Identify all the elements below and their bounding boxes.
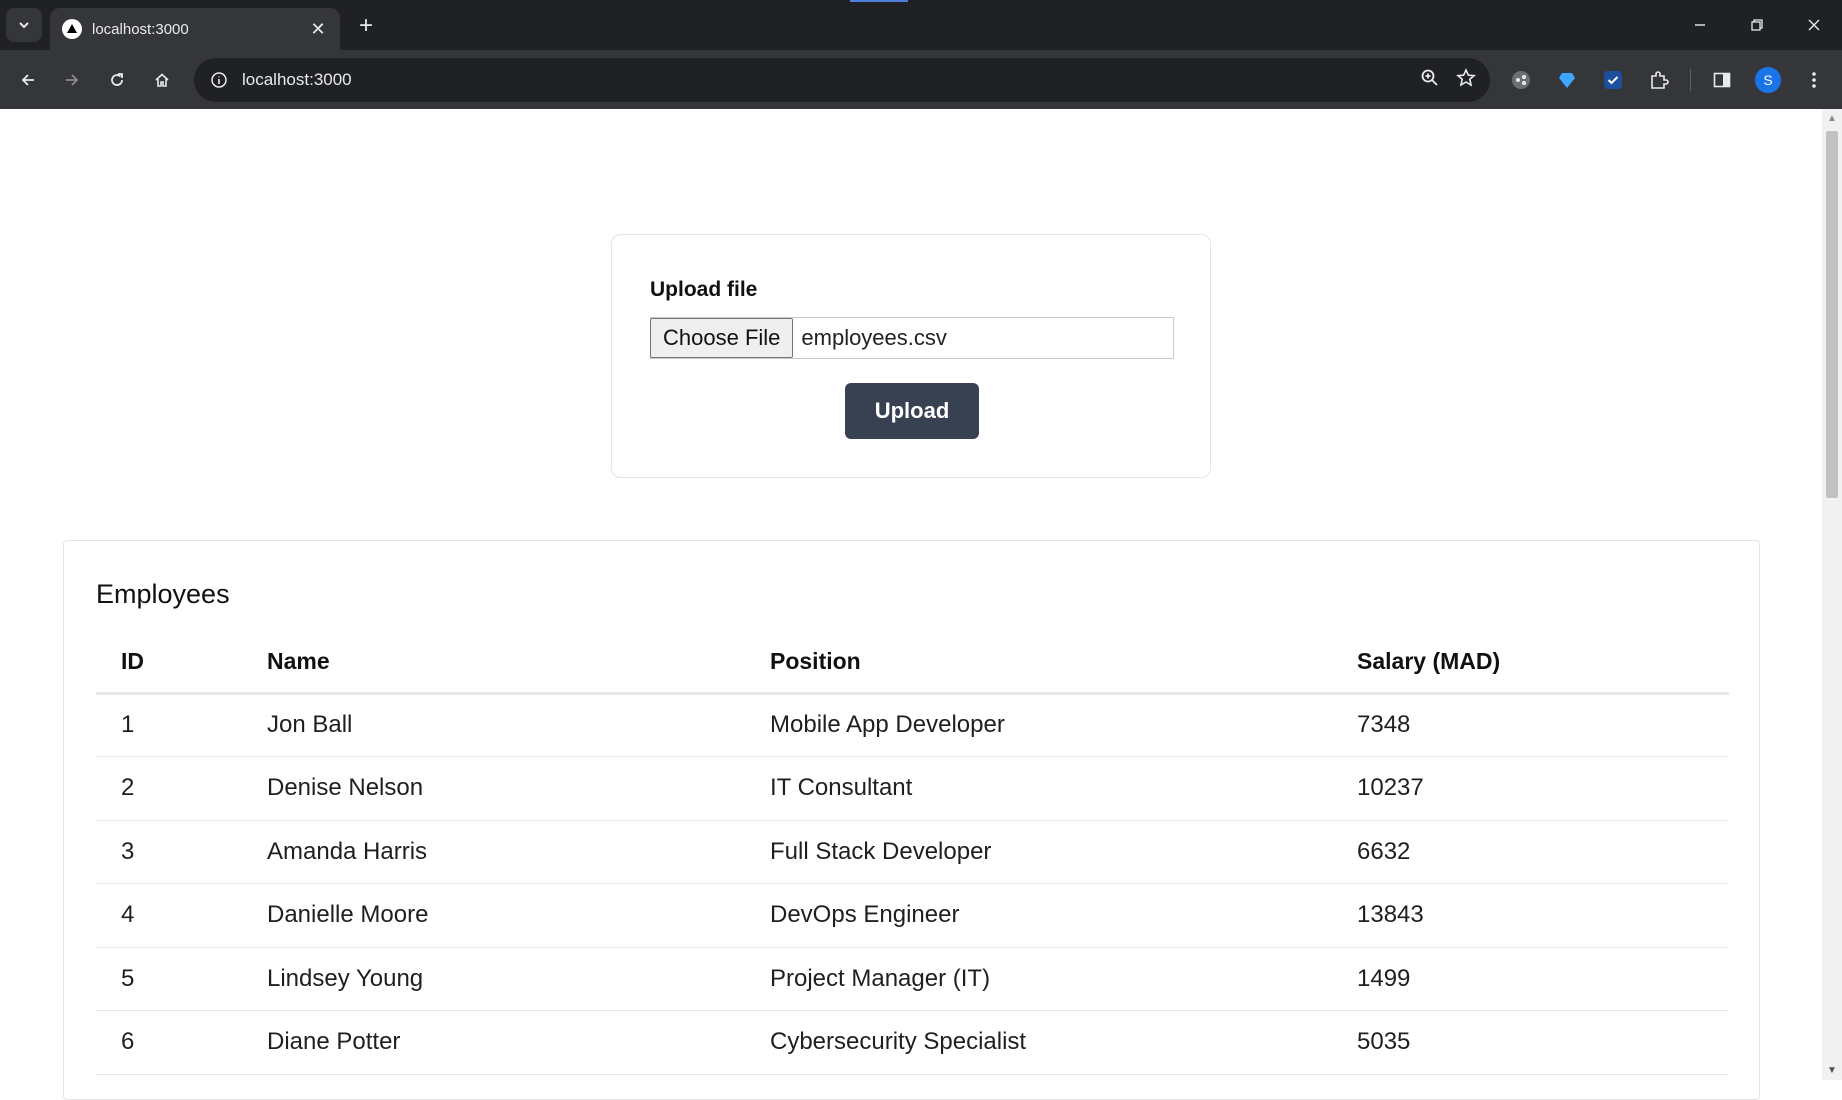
cell-salary: 10237 bbox=[1357, 756, 1729, 821]
cell-salary: 13843 bbox=[1357, 883, 1729, 948]
profile-avatar[interactable]: S bbox=[1748, 60, 1788, 100]
browser-toolbar: localhost:3000 S bbox=[0, 50, 1842, 109]
scroll-down-arrow-icon[interactable]: ▼ bbox=[1827, 1065, 1837, 1076]
cell-name: Lindsey Young bbox=[267, 947, 770, 1011]
upload-card: Upload file Choose File employees.csv Up… bbox=[611, 234, 1211, 478]
table-header-row: ID Name Position Salary (MAD) bbox=[96, 631, 1729, 695]
scrollbar-thumb[interactable] bbox=[1826, 131, 1838, 498]
employees-card: Employees ID Name Position Salary (MAD) … bbox=[63, 540, 1760, 1100]
cell-salary: 6632 bbox=[1357, 820, 1729, 884]
tab-title: localhost:3000 bbox=[92, 20, 189, 38]
extension-area: S bbox=[1498, 50, 1842, 109]
column-header-salary: Salary (MAD) bbox=[1357, 631, 1729, 695]
file-input[interactable]: Choose File employees.csv bbox=[650, 317, 1174, 359]
toolbar-separator bbox=[1690, 68, 1691, 91]
restore-icon[interactable] bbox=[1728, 0, 1785, 50]
column-header-position: Position bbox=[770, 631, 1357, 695]
close-window-icon[interactable] bbox=[1785, 0, 1842, 50]
cell-salary: 1499 bbox=[1357, 947, 1729, 1011]
page-viewport: Upload file Choose File employees.csv Up… bbox=[0, 109, 1842, 1100]
vertical-scrollbar[interactable]: ▲ ▼ bbox=[1822, 109, 1842, 1080]
cell-name: Danielle Moore bbox=[267, 883, 770, 948]
cell-position: Project Manager (IT) bbox=[770, 947, 1357, 1011]
tab-strip-accent bbox=[850, 0, 908, 2]
forward-icon[interactable] bbox=[56, 64, 88, 96]
address-bar[interactable]: localhost:3000 bbox=[194, 58, 1490, 102]
cell-id: 4 bbox=[96, 883, 267, 948]
table-row: 6 Diane Potter Cybersecurity Specialist … bbox=[96, 1010, 1729, 1075]
bookmark-star-icon[interactable] bbox=[1456, 67, 1476, 93]
upload-button[interactable]: Upload bbox=[845, 383, 979, 439]
table-row: 4 Danielle Moore DevOps Engineer 13843 bbox=[96, 883, 1729, 948]
tab-search-button[interactable] bbox=[6, 8, 42, 42]
share-extension-icon[interactable] bbox=[1501, 60, 1541, 100]
cell-name: Amanda Harris bbox=[267, 820, 770, 884]
window-controls bbox=[1671, 0, 1842, 50]
column-header-id: ID bbox=[96, 631, 267, 695]
more-menu-icon[interactable] bbox=[1794, 60, 1834, 100]
cell-name: Diane Potter bbox=[267, 1010, 770, 1075]
browser-tab-bar: localhost:3000 ✕ + bbox=[0, 0, 1842, 50]
url-text: localhost:3000 bbox=[242, 70, 352, 89]
browser-tab[interactable]: localhost:3000 ✕ bbox=[50, 8, 340, 50]
table-row: 3 Amanda Harris Full Stack Developer 663… bbox=[96, 820, 1729, 884]
site-info-icon[interactable] bbox=[208, 69, 230, 91]
back-icon[interactable] bbox=[12, 64, 44, 96]
cell-id: 1 bbox=[96, 693, 267, 757]
table-row: 1 Jon Ball Mobile App Developer 7348 bbox=[96, 693, 1729, 757]
cell-id: 6 bbox=[96, 1010, 267, 1075]
home-icon[interactable] bbox=[146, 64, 178, 96]
cell-id: 2 bbox=[96, 756, 267, 821]
cell-position: Full Stack Developer bbox=[770, 820, 1357, 884]
cell-salary: 7348 bbox=[1357, 693, 1729, 757]
choose-file-button[interactable]: Choose File bbox=[650, 318, 794, 358]
new-tab-button[interactable]: + bbox=[352, 12, 380, 40]
upload-label: Upload file bbox=[650, 278, 758, 301]
close-tab-icon[interactable]: ✕ bbox=[308, 19, 328, 40]
minimize-icon[interactable] bbox=[1671, 0, 1728, 50]
chevron-down-icon bbox=[19, 22, 29, 29]
checkmark-extension-icon[interactable] bbox=[1593, 60, 1633, 100]
triangle-favicon-icon bbox=[62, 19, 82, 39]
gem-extension-icon[interactable] bbox=[1547, 60, 1587, 100]
reload-icon[interactable] bbox=[101, 64, 133, 96]
cell-position: Mobile App Developer bbox=[770, 693, 1357, 757]
avatar-initial: S bbox=[1755, 66, 1781, 93]
cell-name: Denise Nelson bbox=[267, 756, 770, 821]
table-row: 5 Lindsey Young Project Manager (IT) 149… bbox=[96, 947, 1729, 1011]
scroll-up-arrow-icon[interactable]: ▲ bbox=[1827, 113, 1837, 124]
zoom-icon[interactable] bbox=[1420, 68, 1440, 93]
cell-position: Cybersecurity Specialist bbox=[770, 1010, 1357, 1075]
employees-table: ID Name Position Salary (MAD) 1 Jon Ball… bbox=[96, 631, 1729, 1075]
puzzle-extensions-icon[interactable] bbox=[1639, 60, 1679, 100]
column-header-name: Name bbox=[267, 631, 770, 695]
cell-id: 5 bbox=[96, 947, 267, 1011]
cell-position: IT Consultant bbox=[770, 756, 1357, 821]
cell-salary: 5035 bbox=[1357, 1010, 1729, 1075]
selected-file-name: employees.csv bbox=[801, 325, 947, 350]
employees-title: Employees bbox=[96, 579, 230, 609]
table-row: 2 Denise Nelson IT Consultant 10237 bbox=[96, 756, 1729, 821]
cell-position: DevOps Engineer bbox=[770, 883, 1357, 948]
side-panel-icon[interactable] bbox=[1702, 60, 1742, 100]
cell-name: Jon Ball bbox=[267, 693, 770, 757]
cell-id: 3 bbox=[96, 820, 267, 884]
